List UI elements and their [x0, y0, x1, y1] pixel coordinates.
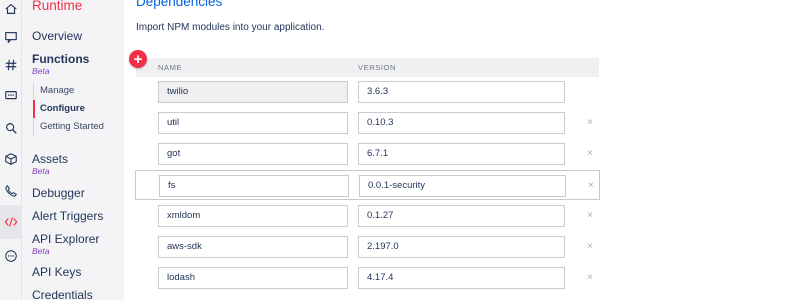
sidebar-item-functions[interactable]: Functions — [32, 52, 89, 66]
sidebar-title: Runtime — [32, 0, 83, 13]
table-row: xmldom 0.1.27 × — [136, 201, 599, 231]
delete-icon[interactable]: × — [587, 241, 593, 252]
sidebar-subitem-getting-started[interactable]: Getting Started — [33, 118, 133, 136]
api-explorer-beta-badge: Beta — [32, 246, 50, 256]
dependencies-table-header: NAME VERSION — [136, 58, 599, 77]
table-row-hovered: fs 0.0.1-security × — [135, 170, 600, 200]
sidebar-item-api-explorer[interactable]: API Explorer — [32, 232, 99, 246]
table-row: twilio 3.6.3 — [136, 77, 599, 107]
table-row: lodash 4.17.4 × — [136, 263, 599, 293]
module-name-field[interactable]: util — [158, 112, 348, 134]
delete-icon[interactable]: × — [587, 148, 593, 159]
sidebar: Runtime Overview Functions Beta Manage C… — [22, 0, 124, 300]
message-icon[interactable] — [0, 79, 22, 113]
module-version-field[interactable]: 6.7.1 — [358, 143, 565, 165]
search-icon[interactable] — [0, 111, 22, 145]
sidebar-item-api-keys[interactable]: API Keys — [32, 265, 81, 279]
sidebar-item-alert-triggers[interactable]: Alert Triggers — [32, 209, 103, 223]
module-name-field[interactable]: xmldom — [158, 205, 348, 227]
sidebar-item-debugger[interactable]: Debugger — [32, 186, 85, 200]
module-version-field[interactable]: 0.10.3 — [358, 112, 565, 134]
code-icon[interactable] — [0, 205, 22, 239]
module-name-field: twilio — [158, 81, 348, 103]
sidebar-item-credentials[interactable]: Credentials — [32, 288, 93, 300]
phone-icon[interactable] — [0, 174, 22, 208]
main-content: Dependencies Import NPM modules into you… — [124, 0, 800, 300]
delete-icon[interactable]: × — [587, 272, 593, 283]
sidebar-item-overview[interactable]: Overview — [32, 29, 82, 43]
module-version-field[interactable]: 4.17.4 — [358, 267, 565, 289]
icon-rail — [0, 0, 22, 300]
page-description: Import NPM modules into your application… — [136, 22, 325, 33]
module-version-field[interactable]: 3.6.3 — [358, 81, 565, 103]
column-header-version: VERSION — [358, 63, 396, 72]
module-version-field[interactable]: 0.0.1-security — [359, 175, 566, 197]
module-name-field[interactable]: got — [158, 143, 348, 165]
module-name-field[interactable]: aws-sdk — [158, 236, 348, 258]
table-row: got 6.7.1 × — [136, 139, 599, 169]
module-name-field[interactable]: fs — [159, 175, 349, 197]
module-version-field[interactable]: 2.197.0 — [358, 236, 565, 258]
module-version-field[interactable]: 0.1.27 — [358, 205, 565, 227]
delete-icon[interactable]: × — [588, 180, 594, 191]
more-icon[interactable] — [0, 239, 22, 273]
package-icon[interactable] — [0, 142, 22, 176]
delete-icon[interactable]: × — [587, 210, 593, 221]
page-title: Dependencies — [136, 0, 223, 9]
hash-icon[interactable] — [0, 48, 22, 82]
table-row: util 0.10.3 × — [136, 108, 599, 138]
column-header-name: NAME — [158, 63, 183, 72]
module-name-field[interactable]: lodash — [158, 267, 348, 289]
sidebar-item-assets[interactable]: Assets — [32, 152, 68, 166]
add-dependency-button[interactable]: + — [129, 50, 147, 68]
sidebar-subitem-manage[interactable]: Manage — [33, 82, 133, 100]
assets-beta-badge: Beta — [32, 166, 50, 176]
functions-beta-badge: Beta — [32, 66, 50, 76]
sidebar-subitem-configure[interactable]: Configure — [33, 100, 133, 118]
delete-icon[interactable]: × — [587, 117, 593, 128]
table-row: aws-sdk 2.197.0 × — [136, 232, 599, 262]
